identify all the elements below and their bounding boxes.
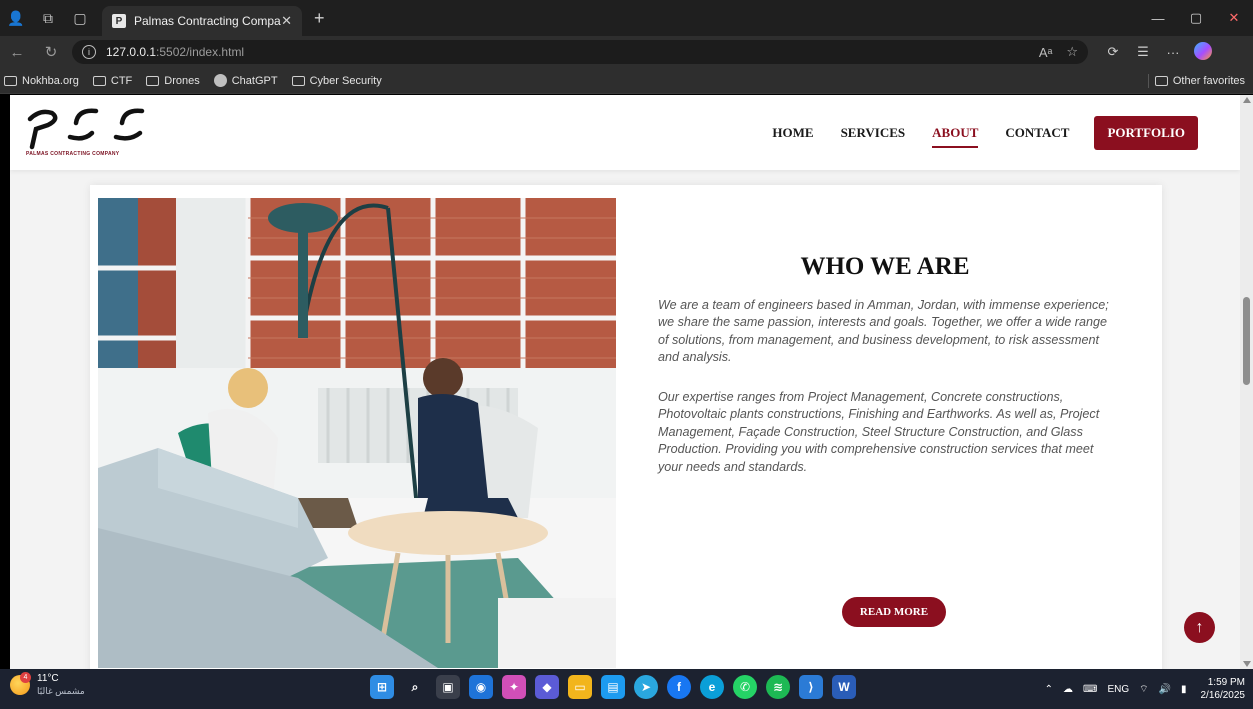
folder-icon — [1154, 76, 1168, 86]
browser-tab[interactable]: P Palmas Contracting Company ✕ — [102, 6, 302, 36]
scroll-to-top-button[interactable]: ↑ — [1184, 612, 1215, 643]
url-path: :5502/index.html — [156, 45, 245, 59]
tab-actions-icon[interactable]: ▢ — [64, 0, 96, 36]
nav-contact[interactable]: CONTACT — [1005, 118, 1069, 148]
main-nav: HOME SERVICES ABOUT CONTACT PORTFOLIO — [745, 116, 1198, 150]
new-tab-icon[interactable]: + — [314, 8, 325, 29]
bookmark-chatgpt[interactable]: ChatGPT — [213, 74, 278, 87]
about-heading: WHO WE ARE — [800, 253, 970, 280]
scroll-down-icon[interactable] — [1243, 661, 1251, 667]
chevron-up-icon[interactable]: ⌃ — [1045, 684, 1053, 695]
nav-services[interactable]: SERVICES — [841, 118, 906, 148]
page-scrollbar[interactable] — [1240, 95, 1253, 669]
favicon-icon: P — [112, 14, 126, 28]
time: 1:59 PM — [1207, 677, 1245, 688]
folder-icon — [291, 75, 305, 86]
edge-icon[interactable]: e — [700, 675, 724, 699]
url-field[interactable]: i 127.0.0.1 :5502/index.html Aᵃ ☆ — [72, 40, 1088, 64]
url-host: 127.0.0.1 — [106, 45, 157, 59]
arrow-up-icon: ↑ — [1195, 618, 1204, 636]
site-info-icon[interactable]: i — [82, 45, 96, 59]
volume-icon[interactable]: 🔊 — [1159, 684, 1171, 695]
bookmark-cyber-security[interactable]: Cyber Security — [291, 75, 382, 87]
copilot-app-icon[interactable]: ✦ — [502, 675, 526, 699]
window-controls: — ▢ ✕ — [1139, 0, 1253, 36]
other-favorites[interactable]: Other favorites — [1154, 68, 1245, 94]
system-tray: ⌃ ☁ ⌨ ENG ⌔ 🔊 ▮ 1:59 PM 2/16/2025 — [1035, 669, 1245, 709]
vs-icon[interactable]: ◆ — [535, 675, 559, 699]
clock[interactable]: 1:59 PM 2/16/2025 — [1201, 676, 1246, 702]
telegram-icon[interactable]: ➤ — [634, 675, 658, 699]
about-paragraph-2: Our expertise ranges from Project Manage… — [658, 390, 1100, 474]
weather-description: مشمس غالبًا — [37, 686, 85, 696]
store-icon[interactable]: ▤ — [601, 675, 625, 699]
read-more-button[interactable]: READ MORE — [842, 597, 946, 627]
bookmark-nokhba[interactable]: Nokhba.org — [4, 75, 79, 87]
refresh-icon[interactable]: ↻ — [34, 36, 68, 68]
whatsapp-icon[interactable]: ✆ — [733, 675, 757, 699]
nav-home[interactable]: HOME — [772, 118, 813, 148]
firefox-icon[interactable]: ◉ — [469, 675, 493, 699]
read-aloud-icon[interactable]: Aᵃ — [1039, 45, 1053, 60]
taskbar-apps: ⊞ ⌕ ▣ ◉ ✦ ◆ ▭ ▤ ➤ f e ✆ ≋ ⟩ W — [370, 675, 865, 699]
file-explorer-icon[interactable]: ▭ — [568, 675, 592, 699]
tab-title: Palmas Contracting Company — [134, 14, 282, 28]
profile-icon[interactable]: 👤 — [0, 0, 32, 36]
back-icon[interactable]: ← — [0, 36, 34, 68]
about-paragraph-1: We are a team of engineers based in Amma… — [658, 298, 1109, 365]
notification-badge: 4 — [20, 672, 31, 683]
workspaces-icon[interactable]: ⧉ — [32, 0, 64, 36]
about-card: WHO WE ARE We are a team of engineers ba… — [90, 185, 1162, 669]
logo-tagline: PALMAS CONTRACTING COMPANY — [26, 151, 120, 157]
close-tab-icon[interactable]: ✕ — [281, 13, 292, 29]
onedrive-icon[interactable]: ☁ — [1063, 684, 1073, 695]
task-view-icon[interactable]: ▣ — [436, 675, 460, 699]
scroll-up-icon[interactable] — [1243, 97, 1251, 103]
folder-icon — [92, 75, 106, 86]
chatgpt-icon — [213, 74, 227, 87]
office-meeting-photo — [98, 198, 616, 668]
close-window-icon[interactable]: ✕ — [1215, 0, 1253, 36]
site-header: PALMAS CONTRACTING COMPANY HOME SERVICES… — [10, 95, 1240, 170]
portfolio-button[interactable]: PORTFOLIO — [1094, 116, 1198, 150]
extensions-icon[interactable]: ⟳ — [1098, 44, 1128, 60]
copilot-icon[interactable] — [1188, 41, 1218, 63]
language-indicator[interactable]: ENG — [1107, 684, 1129, 695]
sun-icon: 4 — [10, 672, 31, 695]
address-bar-row: ← ↻ i 127.0.0.1 :5502/index.html Aᵃ ☆ ⟳ … — [0, 36, 1253, 68]
keyboard-icon[interactable]: ⌨ — [1083, 684, 1097, 695]
temperature: 11°C — [37, 673, 59, 684]
weather-widget[interactable]: 4 11°C مشمس غالبًا — [10, 672, 85, 697]
start-icon[interactable]: ⊞ — [370, 675, 394, 699]
scroll-thumb[interactable] — [1243, 297, 1250, 385]
bookmark-drones[interactable]: Drones — [146, 75, 200, 87]
search-icon[interactable]: ⌕ — [403, 675, 427, 699]
word-icon[interactable]: W — [832, 675, 856, 699]
spotify-icon[interactable]: ≋ — [766, 675, 790, 699]
favorites-icon[interactable]: ☰ — [1128, 44, 1158, 60]
battery-icon[interactable]: ▮ — [1181, 684, 1187, 695]
page-viewport: PALMAS CONTRACTING COMPANY HOME SERVICES… — [10, 95, 1240, 669]
folder-icon — [146, 75, 160, 86]
vscode-icon[interactable]: ⟩ — [799, 675, 823, 699]
browser-tab-bar: 👤 ⧉ ▢ P Palmas Contracting Company ✕ + —… — [0, 0, 1253, 36]
folder-icon — [4, 75, 17, 86]
nav-about[interactable]: ABOUT — [932, 118, 979, 148]
facebook-icon[interactable]: f — [667, 675, 691, 699]
favorite-star-icon[interactable]: ☆ — [1066, 44, 1078, 60]
bookmark-ctf[interactable]: CTF — [92, 75, 132, 87]
minimize-icon[interactable]: — — [1139, 0, 1177, 36]
bookmarks-bar: Nokhba.org CTF Drones ChatGPT Cyber Secu… — [0, 68, 1253, 94]
more-options-icon[interactable]: ··· — [1158, 45, 1188, 60]
date: 2/16/2025 — [1200, 690, 1246, 701]
wifi-icon[interactable]: ⌔ — [1139, 683, 1148, 696]
restore-icon[interactable]: ▢ — [1177, 0, 1215, 36]
windows-taskbar: 4 11°C مشمس غالبًا ⊞ ⌕ ▣ ◉ ✦ ◆ ▭ ▤ ➤ f e… — [0, 669, 1253, 709]
